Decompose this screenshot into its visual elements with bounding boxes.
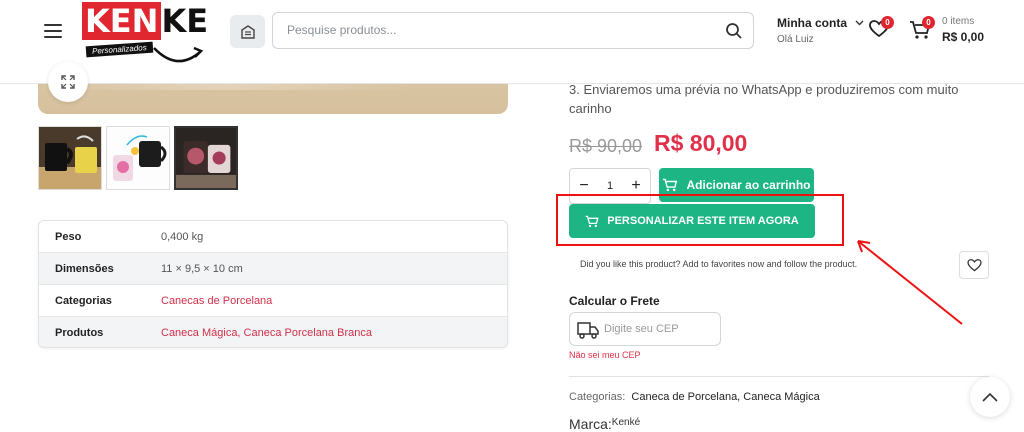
logo-swoosh-icon xyxy=(153,46,204,63)
quantity-increase-button[interactable]: + xyxy=(630,177,642,195)
spec-products-link[interactable]: Caneca Mágica, Caneca Porcelana Branca xyxy=(161,327,372,339)
search-box xyxy=(272,12,754,49)
scroll-to-top-button[interactable] xyxy=(970,377,1010,417)
spec-row-weight: Peso 0,400 kg xyxy=(39,221,507,253)
spec-row-products: Produtos Caneca Mágica, Caneca Porcelana… xyxy=(39,317,507,347)
old-price: R$ 90,00 xyxy=(569,136,643,156)
product-description: 3. Enviaremos uma prévia no WhatsApp e p… xyxy=(569,82,959,116)
spec-category-link[interactable]: Canecas de Porcelana xyxy=(161,295,272,307)
favorite-prompt: Did you like this product? Add to favori… xyxy=(580,259,858,269)
spec-row-dimensions: Dimensões 11 × 9,5 × 10 cm xyxy=(39,253,507,285)
cep-input[interactable] xyxy=(604,323,714,335)
spec-key: Peso xyxy=(55,230,82,243)
cart-items-label: 0 items xyxy=(942,16,975,27)
wishlist-count-badge: 0 xyxy=(881,16,894,29)
search-input[interactable] xyxy=(287,23,707,37)
no-cep-link[interactable]: Não sei meu CEP xyxy=(569,350,641,360)
cep-field-wrapper xyxy=(569,312,721,346)
mug-image-icon xyxy=(107,127,169,189)
chevron-up-icon xyxy=(982,392,998,402)
add-to-cart-label: Adicionar ao carrinho xyxy=(686,178,811,192)
thumbnail-1[interactable] xyxy=(38,126,102,190)
quantity-value[interactable]: 1 xyxy=(607,180,613,192)
freight-title: Calcular o Frete xyxy=(569,294,660,308)
wishlist-button[interactable]: 0 xyxy=(869,16,894,43)
store-icon xyxy=(240,24,255,39)
quantity-stepper: − 1 + xyxy=(569,168,651,204)
truck-icon xyxy=(577,322,599,339)
account-menu[interactable]: Minha conta Olá Luiz xyxy=(777,16,864,45)
cart-icon xyxy=(585,215,599,227)
menu-icon[interactable] xyxy=(44,24,62,38)
spec-value: 0,400 kg xyxy=(161,230,204,243)
categories-label: Categorias: xyxy=(569,391,626,403)
account-greeting: Olá Luiz xyxy=(777,34,814,45)
zoom-button[interactable] xyxy=(48,62,88,102)
categories-links[interactable]: Caneca de Porcelana, Caneca Mágica xyxy=(631,391,819,403)
brand-label: Marca: xyxy=(569,416,612,432)
chevron-down-icon xyxy=(855,20,864,26)
mug-image-icon xyxy=(39,127,101,189)
product-categories: Categorias: Caneca de Porcelana, Caneca … xyxy=(569,391,820,403)
specifications-table: Peso 0,400 kg Dimensões 11 × 9,5 × 10 cm… xyxy=(38,220,508,348)
spec-row-categories: Categorias Canecas de Porcelana xyxy=(39,285,507,317)
site-logo[interactable]: KENKE Personalizados xyxy=(82,0,212,74)
heart-icon xyxy=(966,258,982,271)
cart-summary[interactable]: 0 items R$ 0,00 xyxy=(942,16,984,44)
add-to-cart-button[interactable]: Adicionar ao carrinho xyxy=(659,168,814,202)
cart-icon xyxy=(663,178,678,192)
site-header: KENKE Personalizados Minha conta Olá Lui… xyxy=(0,0,1024,84)
add-to-favorites-button[interactable] xyxy=(959,251,989,279)
spec-key: Categorias xyxy=(55,294,112,307)
search-icon[interactable] xyxy=(725,22,743,40)
cart-count-badge: 0 xyxy=(922,16,935,29)
spec-key: Dimensões xyxy=(55,262,114,275)
brand-value[interactable]: Kenké xyxy=(612,417,640,428)
mug-image-icon xyxy=(176,128,236,188)
spec-value: 11 × 9,5 × 10 cm xyxy=(161,262,243,275)
thumbnail-3[interactable] xyxy=(174,126,238,190)
product-brand: Marca:Kenké xyxy=(569,416,640,432)
cart-total: R$ 0,00 xyxy=(942,30,985,44)
section-divider xyxy=(569,376,989,377)
account-title: Minha conta xyxy=(777,16,848,30)
spec-key: Produtos xyxy=(55,327,104,339)
current-price: R$ 80,00 xyxy=(654,130,748,156)
personalize-button[interactable]: PERSONALIZAR ESTE ITEM AGORA xyxy=(569,204,815,238)
cart-button[interactable]: 0 xyxy=(909,16,935,45)
expand-icon xyxy=(61,75,75,89)
thumbnail-2[interactable] xyxy=(106,126,170,190)
store-button[interactable] xyxy=(230,15,265,48)
personalize-label: PERSONALIZAR ESTE ITEM AGORA xyxy=(607,215,799,227)
quantity-decrease-button[interactable]: − xyxy=(578,177,590,195)
